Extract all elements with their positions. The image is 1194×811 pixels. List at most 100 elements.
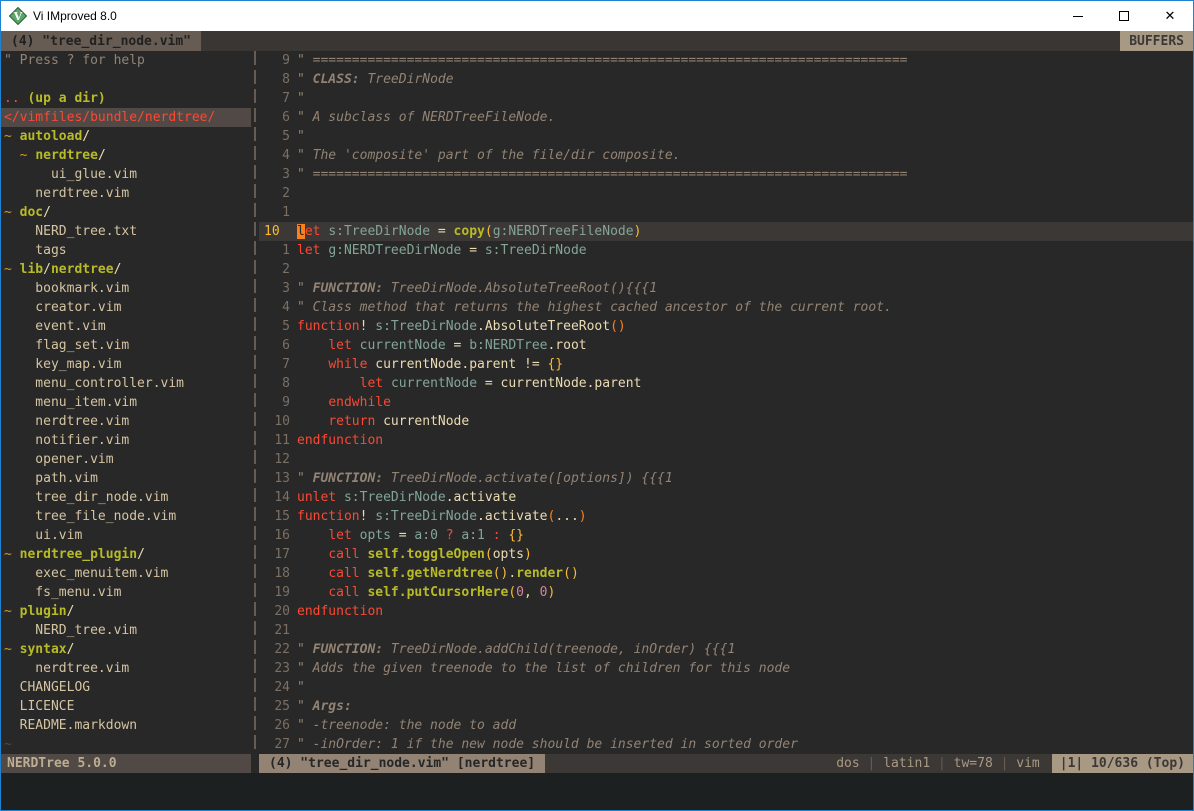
tree-item[interactable]: ~ doc/ [4,203,251,222]
code-line[interactable]: 3" FUNCTION: TreeDirNode.AbsoluteTreeRoo… [259,279,1193,298]
code-line[interactable]: 12 [259,450,1193,469]
tree-item[interactable]: ~ nerdtree/ [4,146,251,165]
code-line[interactable]: 24" [259,678,1193,697]
code-token [336,490,344,505]
tree-item[interactable]: nerdtree.vim [4,184,251,203]
code-line[interactable]: 1 [259,203,1193,222]
line-number: 14 [259,488,297,507]
code-line[interactable]: 6 let currentNode = b:NERDTree.root [259,336,1193,355]
tree-item[interactable]: tree_dir_node.vim [4,488,251,507]
code-line[interactable]: 27" -inOrder: 1 if the new node should b… [259,735,1193,754]
code-line[interactable]: 9" =====================================… [259,51,1193,70]
code-line[interactable]: 17 call self.toggleOpen(opts) [259,545,1193,564]
code-line[interactable]: 14unlet s:TreeDirNode.activate [259,488,1193,507]
tree-item[interactable]: event.vim [4,317,251,336]
code-token: .activate [477,509,547,524]
code-line[interactable]: 15function! s:TreeDirNode.activate(...) [259,507,1193,526]
code-line[interactable]: 25" Args: [259,697,1193,716]
tree-item[interactable]: NERD_tree.txt [4,222,251,241]
code-line[interactable]: 10 return currentNode [259,412,1193,431]
minimize-button[interactable] [1055,1,1101,31]
code-line[interactable]: 7 while currentNode.parent != {} [259,355,1193,374]
code-line[interactable]: 20endfunction [259,602,1193,621]
tree-item[interactable]: nerdtree.vim [4,659,251,678]
line-number: 17 [259,545,297,564]
tree-item[interactable]: opener.vim [4,450,251,469]
tree-item[interactable]: CHANGELOG [4,678,251,697]
code-token: fs_menu.vim [4,585,121,600]
tree-item[interactable]: ~ lib/nerdtree/ [4,260,251,279]
code-token: ========================================… [313,53,908,68]
statusline-flags: dos | latin1 | tw=78 | vim [545,754,1052,773]
tree-item[interactable]: README.markdown [4,716,251,735]
code-line[interactable]: 4" The 'composite' part of the file/dir … [259,146,1193,165]
tree-item[interactable]: ui.vim [4,526,251,545]
code-line[interactable]: 8 let currentNode = currentNode.parent [259,374,1193,393]
code-line[interactable]: 23" Adds the given treenode to the list … [259,659,1193,678]
tree-item[interactable]: ~ plugin/ [4,602,251,621]
tree-item[interactable]: notifier.vim [4,431,251,450]
code-line[interactable]: 10let s:TreeDirNode = copy(g:NERDTreeFil… [259,222,1193,241]
tree-item[interactable]: flag_set.vim [4,336,251,355]
code-line[interactable]: 4" Class method that returns the highest… [259,298,1193,317]
code-token [297,547,328,562]
code-token: README.markdown [4,718,137,733]
code-line[interactable]: 8" CLASS: TreeDirNode [259,70,1193,89]
tree-item[interactable]: menu_controller.vim [4,374,251,393]
code-token: " -treenode: the node to add [297,718,516,733]
code-line[interactable]: 18 call self.getNerdtree().render() [259,564,1193,583]
code-line[interactable]: 13" FUNCTION: TreeDirNode.activate([opti… [259,469,1193,488]
tree-item[interactable]: creator.vim [4,298,251,317]
tree-item[interactable]: ~ autoload/ [4,127,251,146]
code-line[interactable]: 5" [259,127,1193,146]
code-line[interactable]: 21 [259,621,1193,640]
tree-item[interactable]: path.vim [4,469,251,488]
tree-item[interactable]: ~ syntax/ [4,640,251,659]
code-token: ui_glue.vim [4,167,137,182]
code-line[interactable]: 26" -treenode: the node to add [259,716,1193,735]
code-token: event.vim [4,319,106,334]
code-line[interactable]: 2 [259,184,1193,203]
tree-item[interactable]: fs_menu.vim [4,583,251,602]
code-line[interactable]: 22" FUNCTION: TreeDirNode.addChild(treen… [259,640,1193,659]
line-number: 3 [259,279,297,298]
tree-item[interactable]: exec_menuitem.vim [4,564,251,583]
tree-item[interactable]: " Press ? for help [4,51,251,70]
code-line[interactable]: 2 [259,260,1193,279]
code-line[interactable]: 5function! s:TreeDirNode.AbsoluteTreeRoo… [259,317,1193,336]
code-token: ) [547,585,555,600]
code-token: g:NERDTreeFileNode [493,224,634,239]
buffer-tab[interactable]: (4) "tree_dir_node.vim" [1,31,201,51]
tree-item[interactable]: ui_glue.vim [4,165,251,184]
window-separator[interactable] [251,51,259,754]
tree-item[interactable]: tree_file_node.vim [4,507,251,526]
code-line[interactable]: 1let g:NERDTreeDirNode = s:TreeDirNode [259,241,1193,260]
code-token: = currentNode.parent [477,376,641,391]
code-line[interactable]: 16 let opts = a:0 ? a:1 : {} [259,526,1193,545]
code-text: " ======================================… [297,165,1193,184]
code-token [297,566,328,581]
statusline-file: (4) "tree_dir_node.vim" [nerdtree] [259,754,545,773]
tree-item[interactable]: key_map.vim [4,355,251,374]
maximize-button[interactable] [1101,1,1147,31]
tree-item[interactable]: menu_item.vim [4,393,251,412]
tree-item[interactable]: nerdtree.vim [4,412,251,431]
tree-item[interactable]: tags [4,241,251,260]
tree-item[interactable]: bookmark.vim [4,279,251,298]
code-line[interactable]: 6" A subclass of NERDTreeFileNode. [259,108,1193,127]
code-line[interactable]: 7" [259,89,1193,108]
tree-item[interactable]: NERD_tree.vim [4,621,251,640]
tree-item[interactable]: ~ nerdtree_plugin/ [4,545,251,564]
tree-root-item[interactable]: </vimfiles/bundle/nerdtree/ [1,108,251,127]
line-number: 16 [259,526,297,545]
code-line[interactable]: 9 endwhile [259,393,1193,412]
tree-item[interactable]: .. (up a dir) [4,89,251,108]
code-text: " A subclass of NERDTreeFileNode. [297,108,1193,127]
code-line[interactable]: 3" =====================================… [259,165,1193,184]
code-token: / [98,148,106,163]
close-button[interactable]: ✕ [1147,1,1193,31]
code-line[interactable]: 19 call self.putCursorHere(0, 0) [259,583,1193,602]
code-line[interactable]: 11endfunction [259,431,1193,450]
tree-item[interactable]: LICENCE [4,697,251,716]
tree-item[interactable]: ~ [4,735,251,754]
